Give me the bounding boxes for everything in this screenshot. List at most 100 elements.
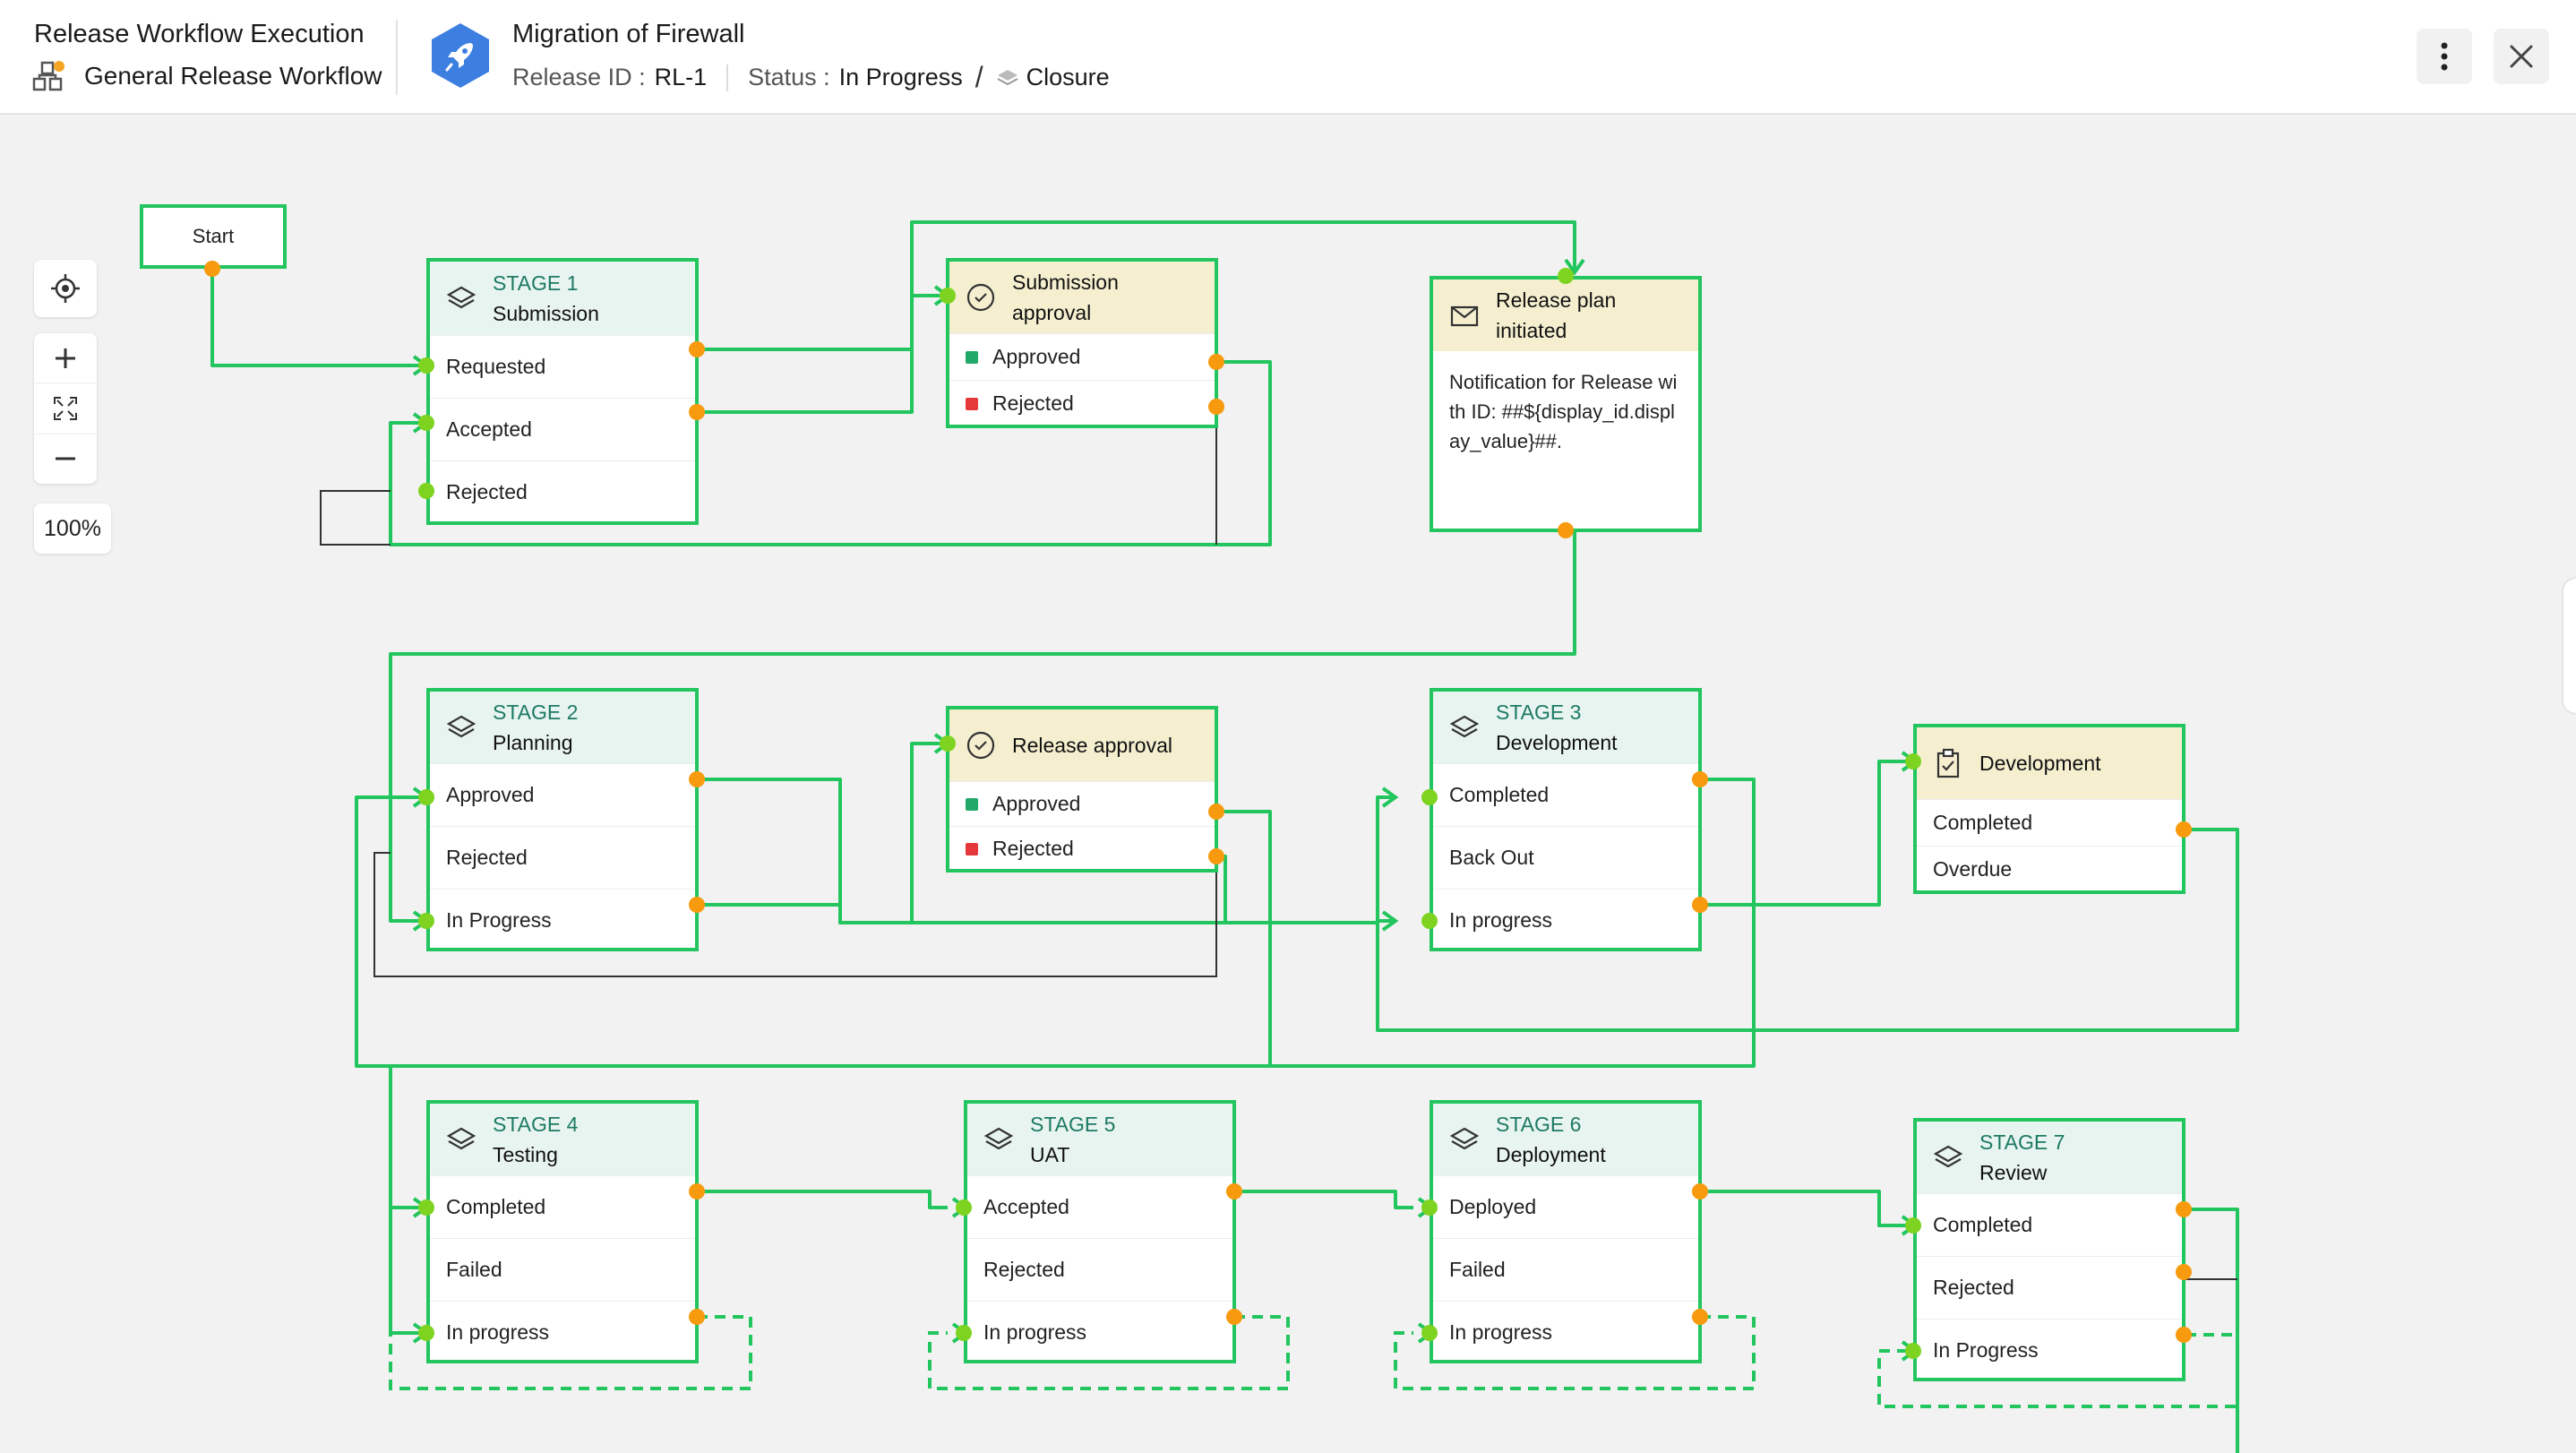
connector-dot[interactable]: [1905, 753, 1921, 769]
connector-dot[interactable]: [1208, 848, 1224, 864]
approval-row[interactable]: Rejected: [949, 380, 1215, 426]
connector-dot[interactable]: [1421, 913, 1438, 929]
approval-row[interactable]: Approved: [949, 333, 1215, 380]
status-row[interactable]: Completed: [1433, 763, 1698, 826]
connector-dot[interactable]: [418, 913, 434, 929]
stage-number: STAGE 6: [1496, 1113, 1582, 1136]
connector-dot[interactable]: [1421, 789, 1438, 805]
stage-6-node[interactable]: STAGE 6 Deployment Deployed Failed In pro…: [1430, 1100, 1702, 1363]
connector-dot[interactable]: [1558, 268, 1574, 284]
connector-dot[interactable]: [1692, 1183, 1708, 1199]
status-row[interactable]: Deployed: [1433, 1175, 1698, 1238]
connector-dot[interactable]: [2176, 821, 2192, 838]
status-row[interactable]: Rejected: [1917, 1256, 2182, 1319]
layers-icon: [1449, 715, 1480, 738]
task-header: Development: [1917, 727, 2182, 799]
stage-7-node[interactable]: STAGE 7 Review Completed Rejected In Prog…: [1913, 1118, 2185, 1381]
connector-dot[interactable]: [940, 288, 956, 304]
connector-dot[interactable]: [418, 415, 434, 431]
status-row[interactable]: Completed: [430, 1175, 695, 1238]
connector-dot[interactable]: [204, 261, 220, 277]
connector-dot[interactable]: [956, 1325, 972, 1341]
layers-icon: [983, 1127, 1014, 1150]
notification-body: Notification for Release with ID: ##${di…: [1449, 371, 1678, 452]
status-row[interactable]: Approved: [430, 763, 695, 826]
approval-header: Release approval: [949, 709, 1215, 781]
approval-row[interactable]: Approved: [949, 781, 1215, 826]
notification-name: Release plan initiated: [1496, 288, 1617, 342]
connector-dot[interactable]: [2176, 1327, 2192, 1343]
connector-dot[interactable]: [689, 1309, 705, 1325]
connector-dot[interactable]: [1208, 399, 1224, 415]
connector-dot[interactable]: [689, 341, 705, 357]
status-row[interactable]: Failed: [430, 1238, 695, 1301]
status-row[interactable]: Requested: [430, 335, 695, 398]
connector-dot[interactable]: [689, 1183, 705, 1199]
stage-number: STAGE 2: [493, 701, 579, 724]
submission-approval-node[interactable]: Submission approval Approved Rejected: [946, 258, 1218, 428]
status-row[interactable]: In progress: [1433, 1301, 1698, 1363]
connector-dot[interactable]: [1226, 1309, 1242, 1325]
connector-dot[interactable]: [1421, 1325, 1438, 1341]
stage-4-header: STAGE 4 Testing: [430, 1104, 695, 1175]
status-row[interactable]: Failed: [1433, 1238, 1698, 1301]
development-task-node[interactable]: Development Completed Overdue: [1913, 724, 2185, 894]
connector-dot[interactable]: [1692, 897, 1708, 913]
side-panel-toggle[interactable]: [2563, 579, 2576, 713]
approval-name: Release approval: [1012, 734, 1173, 757]
status-row[interactable]: In progress: [1433, 889, 1698, 951]
connector-dot[interactable]: [1208, 804, 1224, 820]
connector-dot[interactable]: [1905, 1217, 1921, 1234]
stage-number: STAGE 3: [1496, 701, 1582, 724]
status-row[interactable]: Rejected: [967, 1238, 1232, 1301]
status-row[interactable]: In progress: [967, 1301, 1232, 1363]
mail-icon: [1450, 305, 1479, 327]
connector-dot[interactable]: [418, 1325, 434, 1341]
connector-dot[interactable]: [1692, 771, 1708, 787]
status-row[interactable]: Completed: [1917, 1193, 2182, 1256]
connector-dot[interactable]: [2176, 1264, 2192, 1280]
connector-dot[interactable]: [940, 735, 956, 752]
release-plan-node[interactable]: Release plan initiated Notification for …: [1430, 276, 1702, 532]
connector-dot[interactable]: [1226, 1183, 1242, 1199]
status-row[interactable]: Accepted: [967, 1175, 1232, 1238]
connector-dot[interactable]: [418, 483, 434, 499]
task-row[interactable]: Completed: [1917, 799, 2182, 846]
approval-row[interactable]: Rejected: [949, 826, 1215, 871]
status-row[interactable]: In Progress: [430, 889, 695, 951]
connector-dot[interactable]: [1208, 354, 1224, 370]
release-approval-node[interactable]: Release approval Approved Rejected: [946, 706, 1218, 873]
stage-5-header: STAGE 5 UAT: [967, 1104, 1232, 1175]
stage-2-node[interactable]: STAGE 2 Planning Approved Rejected In Pro…: [426, 688, 699, 951]
connector-dot[interactable]: [2176, 1201, 2192, 1217]
stage-1-node[interactable]: STAGE 1 Submission Requested Accepted Rej…: [426, 258, 699, 525]
stage-number: STAGE 4: [493, 1113, 579, 1136]
connector-dot[interactable]: [1905, 1343, 1921, 1359]
connector-dot[interactable]: [418, 357, 434, 374]
status-row[interactable]: Accepted: [430, 398, 695, 460]
connector-dot[interactable]: [1421, 1199, 1438, 1216]
notification-header: Release plan initiated: [1433, 279, 1698, 351]
connector-dot[interactable]: [418, 1199, 434, 1216]
connector-dot[interactable]: [956, 1199, 972, 1216]
row-label: Approved: [992, 345, 1081, 368]
task-row[interactable]: Overdue: [1917, 846, 2182, 892]
status-row[interactable]: In progress: [430, 1301, 695, 1363]
row-label: Rejected: [992, 837, 1074, 860]
connector-dot[interactable]: [1692, 1309, 1708, 1325]
approval-header: Submission approval: [949, 262, 1215, 333]
status-row[interactable]: In Progress: [1917, 1319, 2182, 1381]
stage-4-node[interactable]: STAGE 4 Testing Completed Failed In progr…: [426, 1100, 699, 1363]
connector-dot[interactable]: [689, 771, 705, 787]
stage-5-node[interactable]: STAGE 5 UAT Accepted Rejected In progress: [964, 1100, 1236, 1363]
connector-dot[interactable]: [1558, 522, 1574, 538]
approved-marker: [966, 350, 978, 364]
connector-dot[interactable]: [689, 897, 705, 913]
status-row[interactable]: Rejected: [430, 460, 695, 523]
status-row[interactable]: Rejected: [430, 826, 695, 889]
status-row[interactable]: Back Out: [1433, 826, 1698, 889]
connector-dot[interactable]: [689, 404, 705, 420]
connector-dot[interactable]: [418, 789, 434, 805]
stage-3-node[interactable]: STAGE 3 Development Completed Back Out In…: [1430, 688, 1702, 951]
start-node[interactable]: Start: [140, 204, 287, 269]
